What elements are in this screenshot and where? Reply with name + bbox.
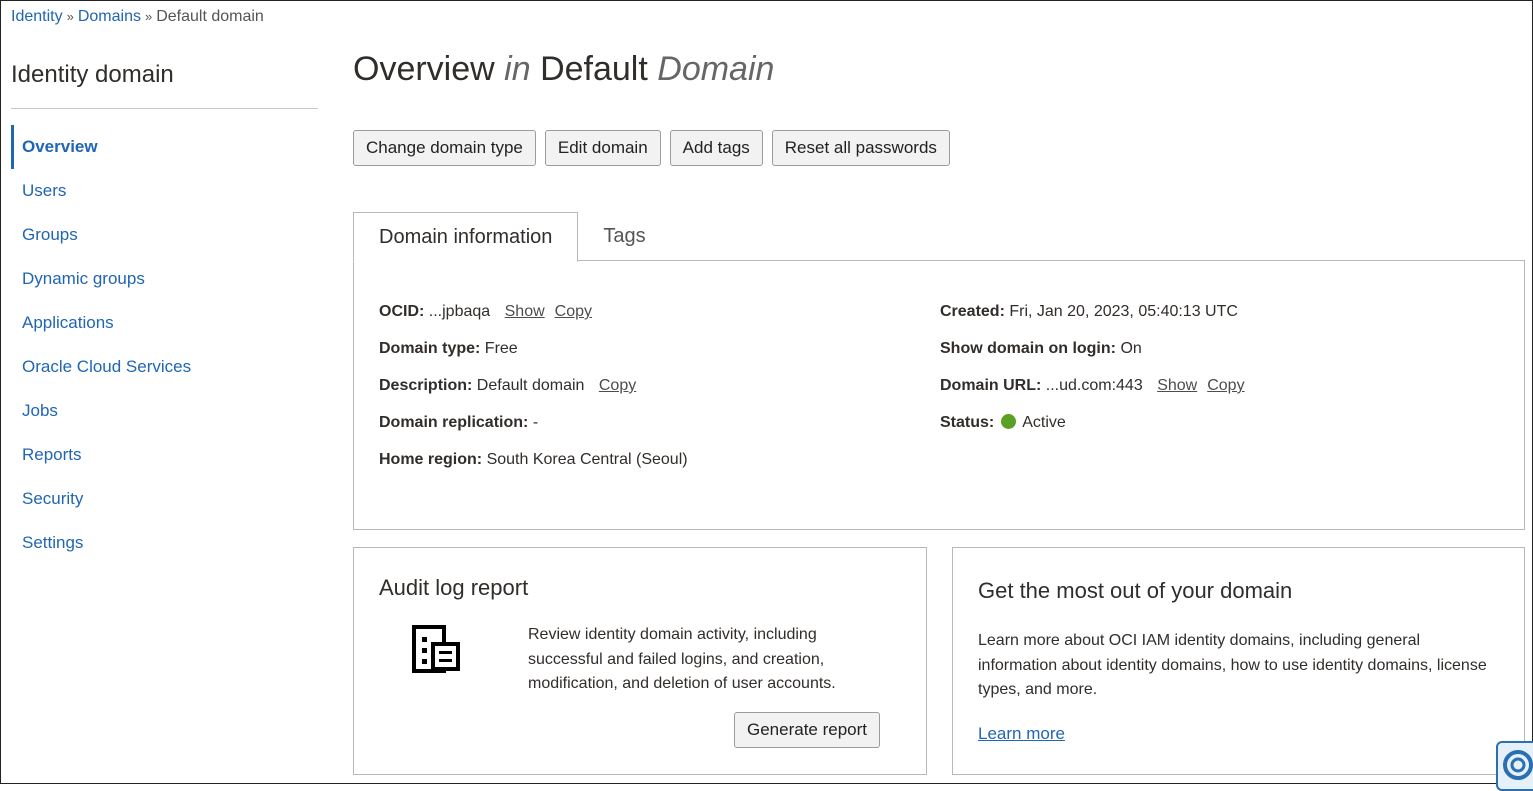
breadcrumb-separator: » xyxy=(66,9,74,24)
sidebar-item-overview[interactable]: Overview xyxy=(11,125,311,169)
domain-replication-label: Domain replication: xyxy=(379,414,529,431)
tab-domain-information[interactable]: Domain information xyxy=(353,212,579,262)
sidebar-item-groups[interactable]: Groups xyxy=(11,213,311,257)
created-value: Fri, Jan 20, 2023, 05:40:13 UTC xyxy=(1009,303,1238,320)
home-region-value: South Korea Central (Seoul) xyxy=(486,451,688,468)
domain-type-row: Domain type: Free xyxy=(379,340,688,377)
add-tags-button[interactable]: Add tags xyxy=(669,130,763,166)
sidebar-item-reports[interactable]: Reports xyxy=(11,433,311,477)
audit-card-description: Review identity domain activity, includi… xyxy=(528,626,836,692)
status-label: Status: xyxy=(940,414,995,431)
domain-url-row: Domain URL: ...ud.com:443 Show Copy xyxy=(940,377,1245,414)
audit-report-icon xyxy=(412,625,460,673)
generate-report-button[interactable]: Generate report xyxy=(734,712,881,748)
page-title-default: Default xyxy=(540,50,648,88)
learn-card-description: Learn more about OCI IAM identity domain… xyxy=(978,632,1487,698)
info-column-left: OCID: ...jpbaqa Show Copy Domain type: Fr… xyxy=(379,303,688,488)
domain-replication-value: - xyxy=(532,414,539,431)
domain-type-value: Free xyxy=(484,340,518,357)
lifebuoy-icon xyxy=(1503,750,1533,780)
sidebar-item-dynamic-groups[interactable]: Dynamic groups xyxy=(11,257,311,301)
sidebar-item-security[interactable]: Security xyxy=(11,477,311,521)
sidebar-item-settings[interactable]: Settings xyxy=(11,521,311,565)
sidebar-item-oracle-cloud-services[interactable]: Oracle Cloud Services xyxy=(11,345,311,389)
sidebar-item-users[interactable]: Users xyxy=(11,169,311,213)
status-active-icon xyxy=(1000,414,1016,429)
breadcrumb-current: Default domain xyxy=(156,8,264,25)
change-domain-type-button[interactable]: Change domain type xyxy=(353,130,536,166)
ocid-label: OCID: xyxy=(379,303,425,320)
home-region-row: Home region: South Korea Central (Seoul) xyxy=(379,451,688,488)
breadcrumb: Identity» Domains» Default domain xyxy=(11,8,264,26)
home-region-label: Home region: xyxy=(379,451,483,468)
sidebar-nav: Overview Users Groups Dynamic groups App… xyxy=(11,125,311,565)
audit-card-title: Audit log report xyxy=(379,575,529,600)
domain-url-value: ...ud.com:443 xyxy=(1045,377,1143,394)
description-copy-link[interactable]: Copy xyxy=(599,377,636,394)
created-row: Created: Fri, Jan 20, 2023, 05:40:13 UTC xyxy=(940,303,1245,340)
ocid-show-link[interactable]: Show xyxy=(505,303,545,320)
domain-url-copy-link[interactable]: Copy xyxy=(1207,377,1244,394)
page-title-overview: Overview xyxy=(353,50,495,88)
page-title-domain: Domain xyxy=(657,50,775,88)
sidebar-item-applications[interactable]: Applications xyxy=(11,301,311,345)
learn-card-title: Get the most out of your domain xyxy=(978,578,1293,603)
description-row: Description: Default domain Copy xyxy=(379,377,688,414)
show-on-login-value: On xyxy=(1120,340,1142,357)
get-most-out-card: Get the most out of your domain Learn mo… xyxy=(952,547,1525,775)
info-column-right: Created: Fri, Jan 20, 2023, 05:40:13 UTC… xyxy=(940,303,1245,451)
breadcrumb-domains-link[interactable]: Domains xyxy=(78,8,141,25)
show-on-login-label: Show domain on login: xyxy=(940,340,1116,357)
tab-bar: Domain information Tags xyxy=(353,212,671,262)
domain-url-show-link[interactable]: Show xyxy=(1157,377,1197,394)
edit-domain-button[interactable]: Edit domain xyxy=(544,130,661,166)
breadcrumb-identity-link[interactable]: Identity xyxy=(11,8,63,25)
domain-information-panel: OCID: ...jpbaqa Show Copy Domain type: Fr… xyxy=(353,260,1525,530)
breadcrumb-separator: » xyxy=(144,9,153,24)
domain-url-label: Domain URL: xyxy=(940,377,1042,394)
page-title-in: in xyxy=(504,50,531,88)
sidebar-divider xyxy=(11,108,318,109)
domain-replication-row: Domain replication: - xyxy=(379,414,688,451)
ocid-copy-link[interactable]: Copy xyxy=(555,303,592,320)
description-value: Default domain xyxy=(476,377,585,394)
description-label: Description: xyxy=(379,377,473,394)
status-row: Status: Active xyxy=(940,414,1245,451)
show-on-login-row: Show domain on login: On xyxy=(940,340,1245,377)
reset-all-passwords-button[interactable]: Reset all passwords xyxy=(771,130,950,166)
action-toolbar: Change domain type Edit domain Add tags … xyxy=(353,130,950,166)
audit-log-report-card: Audit log report Review identity domain … xyxy=(353,547,927,775)
sidebar-title: Identity domain xyxy=(11,61,174,88)
ocid-row: OCID: ...jpbaqa Show Copy xyxy=(379,303,688,340)
sidebar-item-jobs[interactable]: Jobs xyxy=(11,389,311,433)
status-value: Active xyxy=(1022,414,1066,431)
domain-type-label: Domain type: xyxy=(379,340,481,357)
learn-more-link[interactable]: Learn more xyxy=(978,724,1065,744)
page-title: Overview in Default Domain xyxy=(353,50,774,89)
tab-tags[interactable]: Tags xyxy=(578,212,670,260)
created-label: Created: xyxy=(940,303,1005,320)
ocid-value: ...jpbaqa xyxy=(428,303,491,320)
